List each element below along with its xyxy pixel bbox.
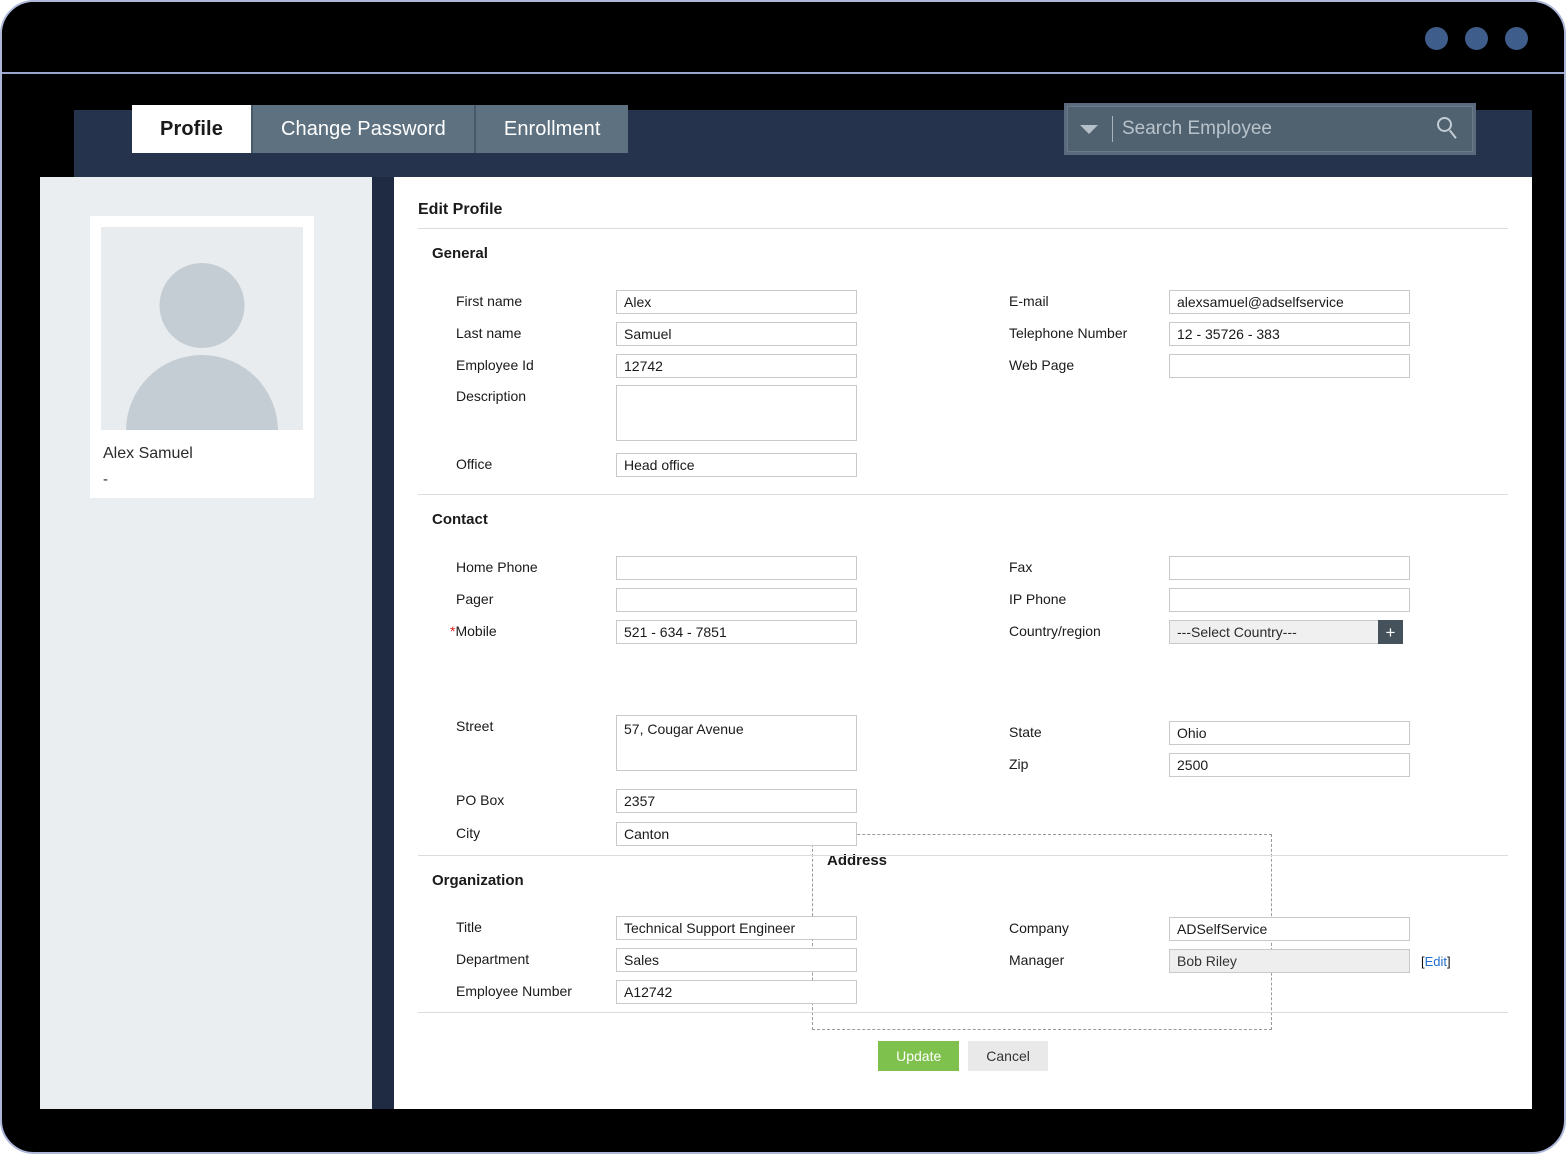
po-box-field[interactable] [616,789,857,813]
manager-field[interactable] [1169,949,1410,973]
manager-edit-link-wrap: [Edit] [1421,954,1451,969]
search-icon-handle [1449,129,1457,139]
user-placeholder-icon [101,227,303,430]
tab-change-password[interactable]: Change Password [252,105,476,153]
avatar-body-shape [126,355,278,430]
sidebar: Alex Samuel - [40,177,372,1109]
update-button[interactable]: Update [878,1041,960,1071]
tab-enrollment[interactable]: Enrollment [475,105,629,153]
first-name-field[interactable] [616,290,857,314]
search-input[interactable]: Search Employee [1122,118,1434,140]
office-field[interactable] [616,453,857,477]
main-tabs: Profile Change Password Enrollment [132,105,629,153]
tab-profile-label: Profile [160,117,223,140]
add-country-button[interactable]: + [1378,620,1403,644]
email-field[interactable] [1169,290,1410,314]
label-ip-phone: IP Phone [1009,591,1067,607]
label-mobile-text: Mobile [455,623,497,639]
chevron-down-icon[interactable] [1080,124,1098,134]
description-field[interactable] [616,385,857,441]
label-state: State [1009,724,1042,740]
company-field[interactable] [1169,917,1410,941]
label-telephone-number: Telephone Number [1009,325,1128,341]
label-employee-number: Employee Number [456,983,572,999]
divider-after-address [418,855,1508,856]
profile-card: Alex Samuel - [90,216,314,498]
profile-subtitle: - [103,471,108,488]
label-city: City [456,825,481,841]
employee-search: Search Employee [1064,103,1476,155]
form-actions: Update Cancel [394,1041,1532,1071]
state-field[interactable] [1169,721,1410,745]
telephone-number-field[interactable] [1169,322,1410,346]
department-field[interactable] [616,948,857,972]
manager-edit-link[interactable]: Edit [1425,954,1447,969]
web-page-field[interactable] [1169,354,1410,378]
label-mobile: *Mobile [450,620,616,639]
section-title-organization: Organization [432,872,524,889]
employee-number-field[interactable] [616,980,857,1004]
label-pager: Pager [456,591,494,607]
tab-change-password-label: Change Password [280,117,446,140]
label-description: Description [456,388,527,404]
divider-after-general [418,494,1508,495]
window-dot-close-icon[interactable] [1505,26,1528,50]
label-web-page: Web Page [1009,357,1075,373]
section-title-general: General [432,245,488,262]
label-first-name: First name [456,293,523,309]
profile-name: Alex Samuel [103,445,193,462]
label-department: Department [456,951,530,967]
label-last-name: Last name [456,325,522,341]
employee-search-inner: Search Employee [1067,106,1473,152]
last-name-field[interactable] [616,322,857,346]
window-dot-minimize-icon[interactable] [1425,26,1448,50]
fax-field[interactable] [1169,556,1410,580]
label-country-region: Country/region [1009,623,1101,639]
employee-id-field[interactable] [616,354,857,378]
cancel-button[interactable]: Cancel [968,1041,1048,1071]
title-field[interactable] [616,916,857,940]
label-street: Street [456,718,494,734]
ip-phone-field[interactable] [1169,588,1410,612]
label-company: Company [1009,920,1069,936]
city-field[interactable] [616,822,857,846]
pager-field[interactable] [616,588,857,612]
label-employee-id: Employee Id [456,357,534,373]
label-po-box: PO Box [456,792,505,808]
window-controls [1425,2,1528,74]
street-field[interactable] [616,715,857,771]
label-title: Title [456,919,482,935]
mobile-field[interactable] [616,620,857,644]
avatar-head-shape [159,263,245,348]
page-title: Edit Profile [418,201,503,218]
zip-field[interactable] [1169,753,1410,777]
search-icon[interactable] [1434,116,1460,142]
tab-profile[interactable]: Profile [132,105,253,153]
divider-after-organization [418,1012,1508,1013]
window-dot-maximize-icon[interactable] [1465,26,1488,50]
label-email: E-mail [1009,293,1049,309]
country-region-select[interactable]: ---Select Country--- [1169,620,1378,644]
section-title-contact: Contact [432,511,488,528]
label-home-phone: Home Phone [456,559,538,575]
browser-window: Profile Change Password Enrollment Searc… [0,0,1566,1154]
country-region-select-group: ---Select Country--- + [1169,620,1403,644]
label-manager: Manager [1009,952,1065,968]
label-zip: Zip [1009,756,1029,772]
edit-profile-panel: Edit Profile General First name Last nam… [394,177,1532,1109]
title-divider [418,228,1508,229]
browser-titlebar [2,2,1564,74]
label-fax: Fax [1009,559,1033,575]
search-caret-divider [1112,116,1113,142]
home-phone-field[interactable] [616,556,857,580]
tab-enrollment-label: Enrollment [503,117,601,140]
label-office: Office [456,456,493,472]
